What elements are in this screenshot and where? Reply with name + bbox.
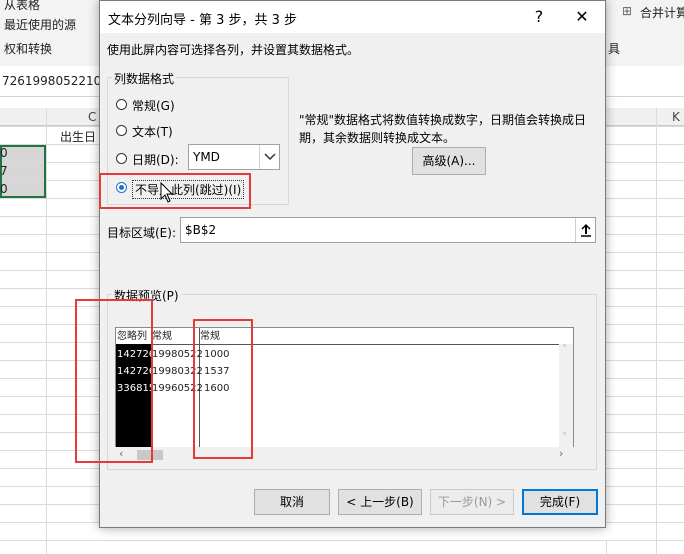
radio-text-label[interactable]: 文本(T): [132, 123, 173, 140]
advanced-button[interactable]: 高级(A)...: [412, 147, 486, 175]
ribbon-consolidate[interactable]: 合并计算: [640, 4, 684, 21]
format-description: "常规"数据格式将数值转换成数字，日期值会转换成日期，其余数据则转换成文本。: [299, 113, 587, 145]
formula-value[interactable]: 72619980522100: [2, 74, 109, 88]
next-button: 下一步(N) >: [430, 489, 514, 515]
column-header-k[interactable]: K: [672, 110, 680, 124]
ribbon-get-transform: 权和转换: [4, 42, 53, 56]
radio-date-label[interactable]: 日期(D):: [132, 151, 179, 168]
cell-value[interactable]: 7: [0, 164, 8, 178]
column-header-c[interactable]: C: [88, 110, 96, 124]
range-select-button[interactable]: [575, 218, 596, 242]
scroll-right-icon[interactable]: ›: [559, 447, 563, 460]
data-preview-pane[interactable]: 忽略列 常规 常规 142726 19980522 1000 142726 19…: [115, 327, 574, 449]
radio-general-label[interactable]: 常规(G): [132, 97, 175, 114]
highlight-general-column: [193, 319, 253, 459]
preview-header-row: [116, 328, 573, 345]
radio-text[interactable]: [116, 125, 127, 136]
cancel-button[interactable]: 取消: [254, 489, 330, 515]
finish-button[interactable]: 完成(F): [522, 489, 598, 515]
highlight-skip-box: [99, 173, 251, 209]
back-button[interactable]: < 上一步(B): [338, 489, 422, 515]
scroll-up-icon[interactable]: ˄: [562, 344, 567, 355]
ribbon-tools-label: 具: [608, 42, 621, 56]
header-cell-birthdate[interactable]: 出生日: [60, 128, 96, 145]
preview-header-2: 常规: [152, 331, 172, 342]
ribbon-from-table[interactable]: 从表格: [4, 0, 40, 13]
chevron-down-icon: [264, 153, 276, 161]
instruction-text: 使用此屏内容可选择各列，并设置其数据格式。: [107, 43, 360, 57]
destination-value[interactable]: $B$2: [185, 223, 216, 237]
grid-line: [0, 540, 684, 541]
collapse-dialog-icon: [581, 223, 591, 237]
highlight-ignored-column: [75, 299, 153, 463]
ribbon-recent-sources[interactable]: 最近使用的源: [4, 16, 76, 33]
date-format-value: YMD: [193, 150, 220, 164]
horizontal-scrollbar[interactable]: ‹ ›: [115, 447, 574, 463]
dialog-title: 文本分列向导 - 第 3 步，共 3 步: [108, 13, 298, 28]
destination-input[interactable]: $B$2: [180, 217, 596, 243]
grid-line: [46, 108, 47, 554]
close-icon[interactable]: ✕: [567, 5, 597, 29]
cell-value[interactable]: 0: [0, 146, 8, 160]
radio-date[interactable]: [116, 153, 127, 164]
mouse-cursor-icon: [160, 182, 174, 203]
grid-line: [656, 108, 657, 554]
date-format-select[interactable]: YMD: [188, 144, 280, 170]
format-group-label: 列数据格式: [112, 70, 177, 87]
cell-value[interactable]: 0: [0, 182, 8, 196]
vertical-scrollbar[interactable]: ˄ ˅: [559, 344, 573, 448]
consolidate-icon: ⊞: [622, 4, 633, 18]
help-button[interactable]: ?: [524, 5, 554, 29]
scroll-down-icon[interactable]: ˅: [562, 432, 567, 443]
destination-label: 目标区域(E):: [107, 226, 176, 240]
grid-line: [606, 540, 607, 554]
text-to-columns-dialog: 文本分列向导 - 第 3 步，共 3 步 ? ✕ 使用此屏内容可选择各列，并设置…: [75, 0, 606, 528]
dropdown-area[interactable]: [259, 145, 280, 169]
radio-general[interactable]: [116, 99, 127, 110]
